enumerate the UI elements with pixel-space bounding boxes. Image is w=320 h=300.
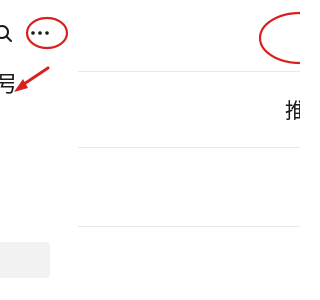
more-button[interactable]	[28, 24, 52, 42]
page: 号 推	[0, 0, 300, 300]
divider	[78, 147, 300, 148]
partial-sidebar-label[interactable]: 号	[0, 72, 14, 100]
right-panel	[78, 0, 300, 300]
sidebar-item-background[interactable]	[0, 242, 50, 278]
tab-recommend-partial[interactable]: 推	[285, 98, 300, 124]
dot-icon	[45, 31, 49, 35]
search-icon[interactable]	[0, 24, 14, 44]
dot-icon	[38, 31, 42, 35]
dot-icon	[31, 31, 35, 35]
left-panel: 号	[0, 0, 78, 300]
divider	[78, 226, 300, 227]
divider	[78, 71, 300, 72]
